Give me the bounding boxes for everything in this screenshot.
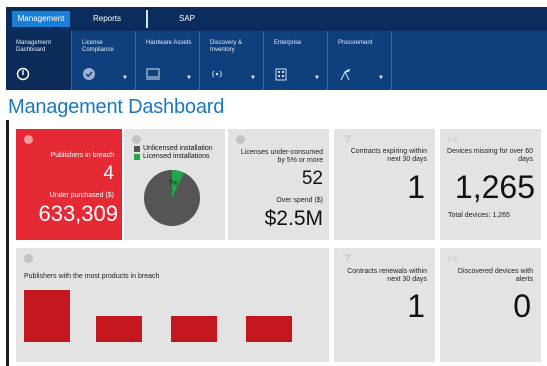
chevron-down-icon[interactable]: ▼ [378,75,384,81]
subnav-item-discovery-inventory[interactable]: Discovery & Inventory ▼ [200,31,264,90]
tab-reports[interactable]: Reports [76,11,138,27]
renewals-count: 1 [407,288,425,324]
tile-contracts-renewals[interactable]: Contracts renewals within next 30 days 1 [334,248,435,362]
subnav-item-license-compliance[interactable]: License Compliance ▼ [72,31,136,90]
renewals-label: Contracts renewals within next 30 days [347,268,427,283]
underconsumed-count: 52 [301,168,323,189]
check-badge-icon [83,68,95,80]
plant-icon [340,69,350,81]
monitor-icon [146,68,160,80]
check-circle-icon [132,135,141,144]
tile-devices-missing[interactable]: Devices missing for over 60 days 1,265 T… [440,129,541,240]
legend-label: Unlicensed installation [143,145,213,152]
subnav-label: Hardware Assets [146,40,192,46]
legend-unlicensed: Unlicensed installation [134,145,213,152]
check-circle-icon [24,135,33,144]
breach-label: Publishers in breach [50,152,114,159]
legend-label: Licensed installations [143,153,210,160]
alerts-label: Discovered devices with alerts [457,268,533,283]
tile-installations[interactable]: Unlicensed installation Licensed install… [124,129,225,240]
tile-publishers-most-products[interactable]: Publishers with the most products in bre… [16,248,329,362]
subnav-item-hardware-assets[interactable]: Hardware Assets ▼ [136,31,200,90]
chevron-down-icon[interactable]: ▼ [250,75,256,81]
left-border [6,120,9,366]
sub-nav-bar: Management Dashboard License Compliance … [6,31,547,90]
overspend-value: $2.5M [264,207,323,230]
wireless-icon [448,136,457,143]
overspend-label: Over spend ($) [276,197,323,204]
bar[interactable] [96,316,142,342]
legend-licensed: Licensed installations [134,153,210,160]
tile-licenses-under-consumed[interactable]: Licenses under-consumed by 5% or more 52… [228,129,329,240]
subnav-label: Procurement [338,40,373,46]
check-circle-icon [236,135,245,144]
publishers-products-label: Publishers with the most products in bre… [24,273,160,280]
contract-icon [343,254,351,262]
under-purchased-label: Under purchased ($) [49,192,114,199]
installations-pie-chart: 7% [144,170,200,226]
subnav-label: Enterprise [274,40,302,46]
total-devices-label: Total devices: 1,265 [448,212,510,219]
chevron-down-icon[interactable]: ▼ [314,75,320,81]
contract-icon [343,135,351,143]
missing-count: 1,265 [454,169,535,205]
tile-publishers-in-breach[interactable]: Publishers in breach 4 Under purchased (… [16,129,122,240]
subnav-item-management-dashboard[interactable]: Management Dashboard [6,31,72,90]
top-nav-bar: Management Reports SAP [6,7,547,31]
tile-devices-alerts[interactable]: Discovered devices with alerts 0 [440,248,541,362]
tile-contracts-expiring[interactable]: Contracts expiring within next 30 days 1 [334,129,435,240]
subnav-item-procurement[interactable]: Procurement ▼ [328,31,392,90]
chevron-down-icon[interactable]: ▼ [186,75,192,81]
subnav-item-enterprise[interactable]: Enterprise ▼ [264,31,328,90]
power-icon [16,67,30,81]
alerts-count: 0 [513,288,531,324]
pie-pct-label: 7% [169,181,178,187]
bar[interactable] [246,316,292,342]
check-circle-icon [24,254,33,263]
building-icon [275,68,287,81]
page-title: Management Dashboard [8,96,225,118]
tab-management[interactable]: Management [12,11,70,27]
chevron-down-icon[interactable]: ▼ [122,75,128,81]
expiring-label: Contracts expiring within next 30 days [350,148,427,163]
underconsumed-label: Licenses under-consumed by 5% or more [240,149,323,164]
legend-swatch [134,153,140,160]
subnav-label: Management Dashboard [16,40,52,53]
publishers-bar-chart [24,290,292,342]
subnav-label: Discovery & Inventory [210,40,243,53]
nav-divider [146,10,148,28]
tab-sap[interactable]: SAP [156,11,218,27]
legend-swatch [134,145,140,152]
wireless-icon [448,255,457,262]
bar[interactable] [171,316,217,342]
breach-count: 4 [103,163,114,184]
subnav-label: License Compliance [82,40,114,53]
expiring-count: 1 [407,169,425,205]
bar[interactable] [24,290,70,342]
missing-label: Devices missing for over 60 days [447,148,533,163]
wireless-icon [212,70,222,78]
under-purchased-value: 633,309 [38,201,118,226]
